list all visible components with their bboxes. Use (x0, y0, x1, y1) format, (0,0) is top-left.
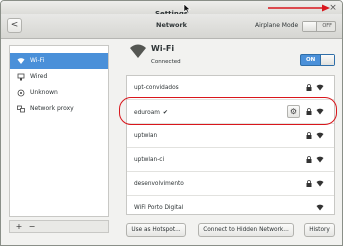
network-name: uptwlan (134, 133, 158, 139)
wired-icon (17, 73, 25, 81)
airplane-mode-label: Airplane Mode (255, 22, 299, 29)
network-row-desenvolvimento[interactable]: desenvolvimento (127, 172, 334, 196)
network-row-wifi-porto-digital[interactable]: WiFi Porto Digital (127, 196, 334, 214)
network-name: uptwlan-ci (134, 157, 165, 163)
network-name-text: eduroam (134, 110, 160, 116)
mouse-cursor-icon (183, 4, 191, 14)
wifi-signal-icon (316, 132, 324, 139)
close-icon[interactable]: × (328, 3, 338, 13)
network-name: WiFi Porto Digital (134, 205, 184, 211)
network-row-uptwlan-ci[interactable]: uptwlan-ci (127, 148, 334, 172)
settings-window: Settings × < Network Airplane Mode OFF W… (0, 0, 343, 246)
sidebar-item-network-proxy[interactable]: Network proxy (10, 101, 108, 117)
lock-icon (306, 156, 312, 163)
wifi-icon (17, 58, 25, 64)
network-name: eduroam ✔ (134, 109, 168, 116)
wifi-signal-icon (316, 156, 324, 163)
sidebar-item-wifi[interactable]: Wi-Fi (10, 53, 108, 69)
wifi-status: Connected (151, 59, 181, 65)
wifi-title: Wi-Fi (151, 44, 175, 53)
wifi-signal-icon (316, 108, 324, 115)
wifi-signal-icon (316, 84, 324, 91)
network-row-uptwlan[interactable]: uptwlan (127, 124, 334, 148)
switch-knob (303, 22, 317, 31)
sidebar-item-label: Network proxy (30, 105, 74, 112)
switch-knob (320, 55, 334, 65)
connect-hidden-network-button[interactable]: Connect to Hidden Network... (198, 223, 294, 237)
network-name: upt-convidados (134, 85, 179, 91)
gear-icon[interactable]: ⚙ (287, 105, 300, 118)
history-button[interactable]: History (304, 223, 335, 237)
wifi-large-icon (130, 44, 146, 58)
unknown-device-icon (17, 89, 25, 97)
proxy-icon (17, 105, 25, 113)
add-connection-button[interactable]: + (14, 222, 24, 231)
wifi-signal-icon (316, 204, 324, 211)
use-as-hotspot-button[interactable]: Use as Hotspot... (126, 223, 186, 237)
device-sidebar: Wi-Fi Wired Unknown Network proxy (9, 45, 109, 217)
network-name: desenvolvimento (134, 181, 184, 187)
wifi-signal-icon (316, 180, 324, 187)
wifi-switch-state: ON (306, 57, 316, 63)
sidebar-item-label: Wired (30, 73, 48, 80)
remove-connection-button[interactable]: − (27, 222, 37, 231)
network-list: upt-convidados eduroam ✔ ⚙ uptwlan uptwla… (126, 75, 335, 215)
title-bar: Settings × (1, 1, 342, 18)
lock-icon (306, 132, 312, 139)
sidebar-toolbar: + − (9, 220, 109, 233)
sidebar-item-wired[interactable]: Wired (10, 69, 108, 85)
connected-check-icon: ✔ (162, 109, 168, 116)
lock-icon (306, 180, 312, 187)
network-row-eduroam[interactable]: eduroam ✔ ⚙ (127, 100, 334, 124)
airplane-mode-state: OFF (322, 23, 332, 29)
lock-icon (306, 108, 312, 115)
wifi-switch[interactable]: ON (300, 54, 335, 66)
lock-icon (306, 84, 312, 91)
sidebar-item-label: Wi-Fi (30, 57, 45, 64)
sidebar-item-label: Unknown (30, 89, 58, 96)
header-bar: < Network Airplane Mode OFF (1, 14, 342, 39)
airplane-mode-switch[interactable]: OFF (302, 21, 336, 32)
network-row-upt-convidados[interactable]: upt-convidados (127, 76, 334, 100)
sidebar-item-unknown[interactable]: Unknown (10, 85, 108, 101)
